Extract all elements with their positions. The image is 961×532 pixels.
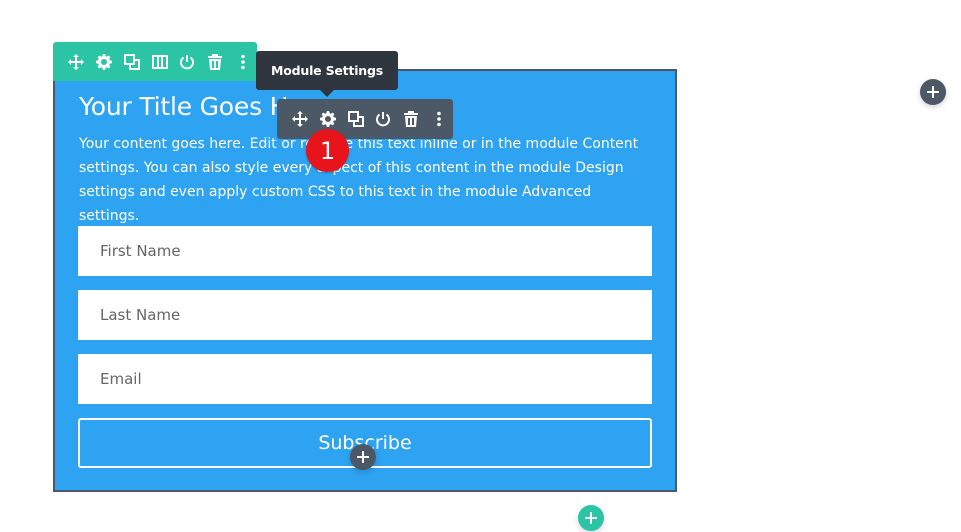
section-gear-icon[interactable]: [90, 48, 118, 76]
add-row-button[interactable]: [920, 79, 946, 105]
section-toolbar: [53, 42, 257, 81]
section-more-icon[interactable]: [229, 48, 257, 76]
section-save-icon[interactable]: [173, 48, 201, 76]
add-section-button[interactable]: [578, 505, 604, 531]
module-more-icon[interactable]: [425, 105, 453, 133]
add-icon: [585, 512, 597, 524]
add-icon: [927, 86, 939, 98]
first-name-field[interactable]: [78, 226, 652, 276]
add-module-button[interactable]: [350, 444, 376, 470]
module-trash-icon[interactable]: [397, 105, 425, 133]
email-field[interactable]: [78, 354, 652, 404]
section-trash-icon[interactable]: [201, 48, 229, 76]
module-duplicate-icon[interactable]: [342, 105, 370, 133]
step-number-badge: 1: [306, 129, 349, 172]
last-name-field[interactable]: [78, 290, 652, 340]
add-icon: [357, 451, 369, 463]
module-toolbar: [277, 99, 453, 139]
section-columns-icon[interactable]: [146, 48, 174, 76]
builder-canvas: Your Title Goes Here Your content goes h…: [0, 0, 961, 532]
module-save-icon[interactable]: [369, 105, 397, 133]
section-move-icon[interactable]: [62, 48, 90, 76]
section-duplicate-icon[interactable]: [118, 48, 146, 76]
module-description[interactable]: Your content goes here. Edit or remove t…: [79, 132, 649, 228]
module-move-icon[interactable]: [286, 105, 314, 133]
tooltip-arrow: [320, 90, 334, 97]
module-settings-tooltip: Module Settings: [256, 51, 398, 90]
